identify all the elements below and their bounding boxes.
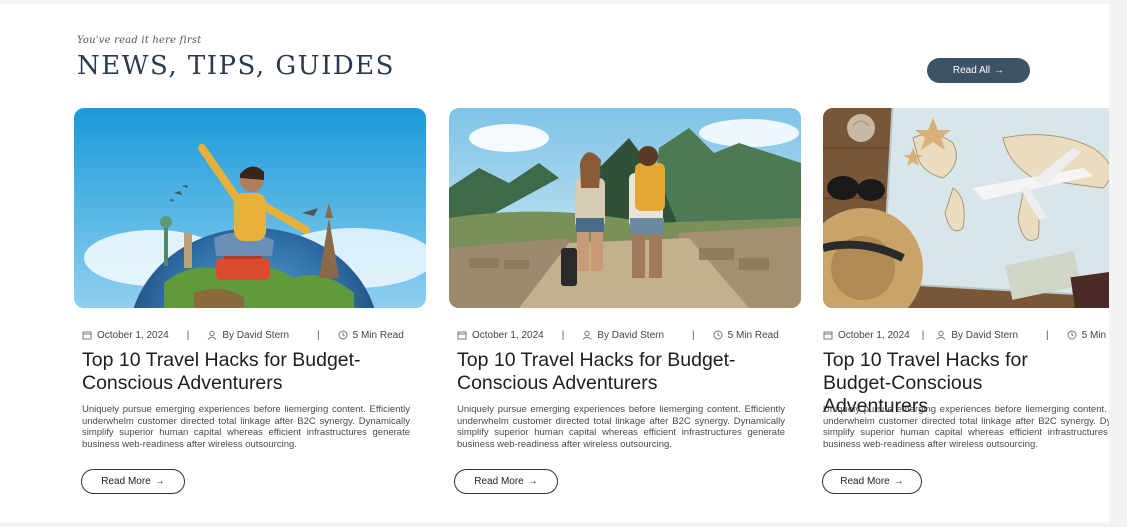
clock-icon xyxy=(338,330,348,340)
post-meta: October 1, 2024 | By David Stern | 5 Min… xyxy=(82,328,422,342)
user-icon xyxy=(582,330,592,340)
post-author[interactable]: By David Stern xyxy=(222,330,289,341)
post-excerpt: Uniquely pursue emerging experiences bef… xyxy=(82,404,410,450)
card-image[interactable] xyxy=(74,108,426,308)
meta-divider: | xyxy=(692,329,695,341)
read-more-button[interactable]: Read More → xyxy=(822,469,922,494)
post-title[interactable]: Top 10 Travel Hacks for Budget-Conscious… xyxy=(82,349,418,395)
meta-divider: | xyxy=(1046,329,1049,341)
calendar-icon xyxy=(457,330,467,340)
post-title[interactable]: Top 10 Travel Hacks for Budget-Conscious… xyxy=(457,349,793,395)
post-author[interactable]: By David Stern xyxy=(597,330,664,341)
meta-divider: | xyxy=(561,329,565,341)
post-author[interactable]: By David Stern xyxy=(951,330,1018,341)
read-time: 5 Min Read xyxy=(1081,329,1109,341)
read-time: 5 Min Read xyxy=(352,329,404,341)
arrow-right-icon: → xyxy=(527,476,538,487)
arrow-right-icon: → xyxy=(893,476,904,487)
section-eyebrow: You've read it here first xyxy=(77,35,202,46)
post-meta: October 1, 2024 | By David Stern | 5 Min… xyxy=(823,328,1109,342)
meta-divider: | xyxy=(186,329,190,341)
user-icon xyxy=(936,330,946,340)
meta-divider: | xyxy=(317,329,320,341)
meta-divider: | xyxy=(921,329,925,341)
post-date: October 1, 2024 xyxy=(97,329,169,341)
user-icon xyxy=(207,330,217,340)
read-more-button[interactable]: Read More → xyxy=(81,469,185,494)
arrow-right-icon: → xyxy=(994,65,1005,76)
post-date: October 1, 2024 xyxy=(838,329,910,341)
post-excerpt: Uniquely pursue emerging experiences bef… xyxy=(457,404,785,450)
news-section: You've read it here first NEWS, TIPS, GU… xyxy=(0,4,1109,523)
read-more-label: Read More xyxy=(840,476,890,487)
news-card: October 1, 2024 | By David Stern | 5 Min… xyxy=(822,108,1109,508)
read-all-button[interactable]: Read All → xyxy=(927,58,1030,83)
read-all-label: Read All xyxy=(952,65,991,76)
scrollbar-track[interactable] xyxy=(1109,0,1127,527)
clock-icon xyxy=(1067,330,1077,340)
post-date: October 1, 2024 xyxy=(472,329,544,341)
clock-icon xyxy=(713,330,723,340)
post-excerpt: Uniquely pursue emerging experiences bef… xyxy=(823,404,1109,450)
card-image[interactable] xyxy=(449,108,801,308)
news-card: October 1, 2024 | By David Stern | 5 Min… xyxy=(449,108,801,508)
read-more-button[interactable]: Read More → xyxy=(454,469,558,494)
read-more-label: Read More xyxy=(474,476,524,487)
read-time: 5 Min Read xyxy=(727,329,779,341)
calendar-icon xyxy=(82,330,92,340)
news-card: October 1, 2024 | By David Stern | 5 Min… xyxy=(74,108,426,508)
calendar-icon xyxy=(823,330,833,340)
section-heading: NEWS, TIPS, GUIDES xyxy=(77,51,395,81)
card-image[interactable] xyxy=(823,108,1109,308)
read-more-label: Read More xyxy=(101,476,151,487)
arrow-right-icon: → xyxy=(154,476,165,487)
post-meta: October 1, 2024 | By David Stern | 5 Min… xyxy=(457,328,797,342)
